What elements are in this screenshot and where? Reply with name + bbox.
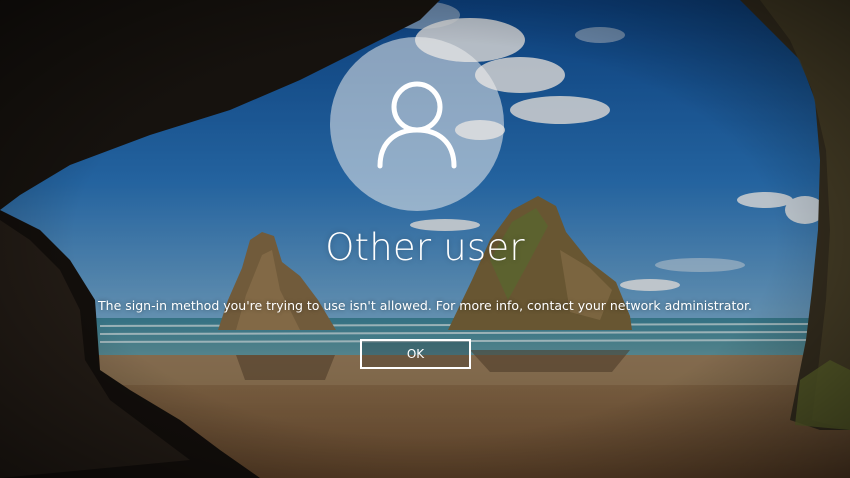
user-avatar [330, 37, 504, 211]
ok-button[interactable]: OK [360, 339, 471, 369]
user-silhouette-icon [377, 81, 457, 169]
error-message: The sign-in method you're trying to use … [98, 298, 752, 313]
user-name: Other user [325, 226, 525, 269]
lock-screen: Other user The sign-in method you're try… [0, 0, 850, 478]
